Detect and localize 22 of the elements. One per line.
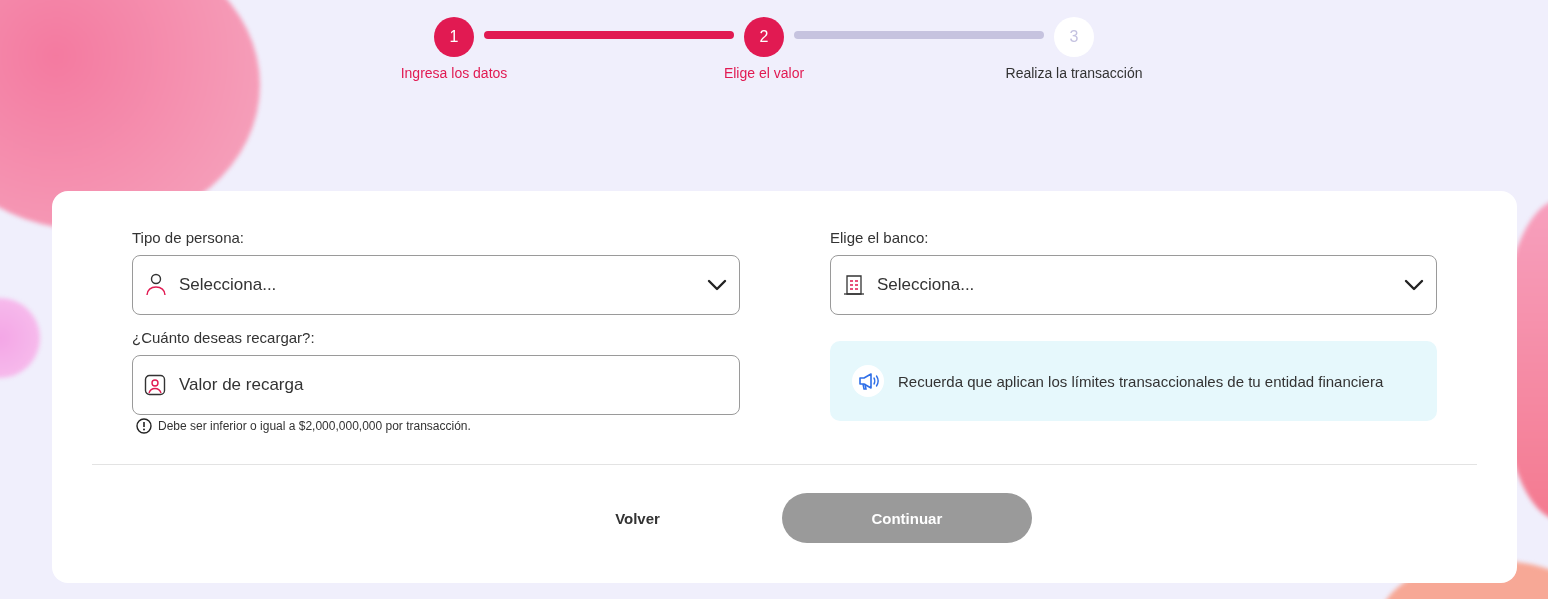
input-field[interactable]: Valor de recarga xyxy=(132,355,740,415)
megaphone-icon xyxy=(852,365,884,397)
select-dropdown[interactable]: Selecciona... xyxy=(132,255,740,315)
hint-text: Debe ser inferior o igual a $2,000,000,000 por transacción. xyxy=(158,419,471,433)
select-dropdown[interactable]: Selecciona... xyxy=(830,255,1437,315)
alert-icon xyxy=(136,418,152,434)
step-circle: 1 xyxy=(434,17,474,57)
building-icon xyxy=(843,273,865,297)
field-label: ¿Cuánto deseas recargar?: xyxy=(132,329,316,346)
step-circle: 2 xyxy=(744,17,784,57)
chevron-down-icon xyxy=(1404,279,1424,291)
notice-text: Recuerda que aplican los límites transaccionales de tu entidad financiera xyxy=(898,372,1384,390)
step-label: Ingresa los datos xyxy=(400,65,508,81)
id-badge-icon xyxy=(144,374,166,396)
back-button[interactable]: Volver xyxy=(615,499,660,537)
step-label: Realiza la transacción xyxy=(1005,65,1143,81)
field-label: Elige el banco: xyxy=(830,229,930,246)
step-circle: 3 xyxy=(1054,17,1094,57)
step-label: Elige el valor xyxy=(723,65,805,81)
person-icon xyxy=(145,273,167,297)
field-label: Tipo de persona: xyxy=(132,229,246,246)
chevron-down-icon xyxy=(707,279,727,291)
